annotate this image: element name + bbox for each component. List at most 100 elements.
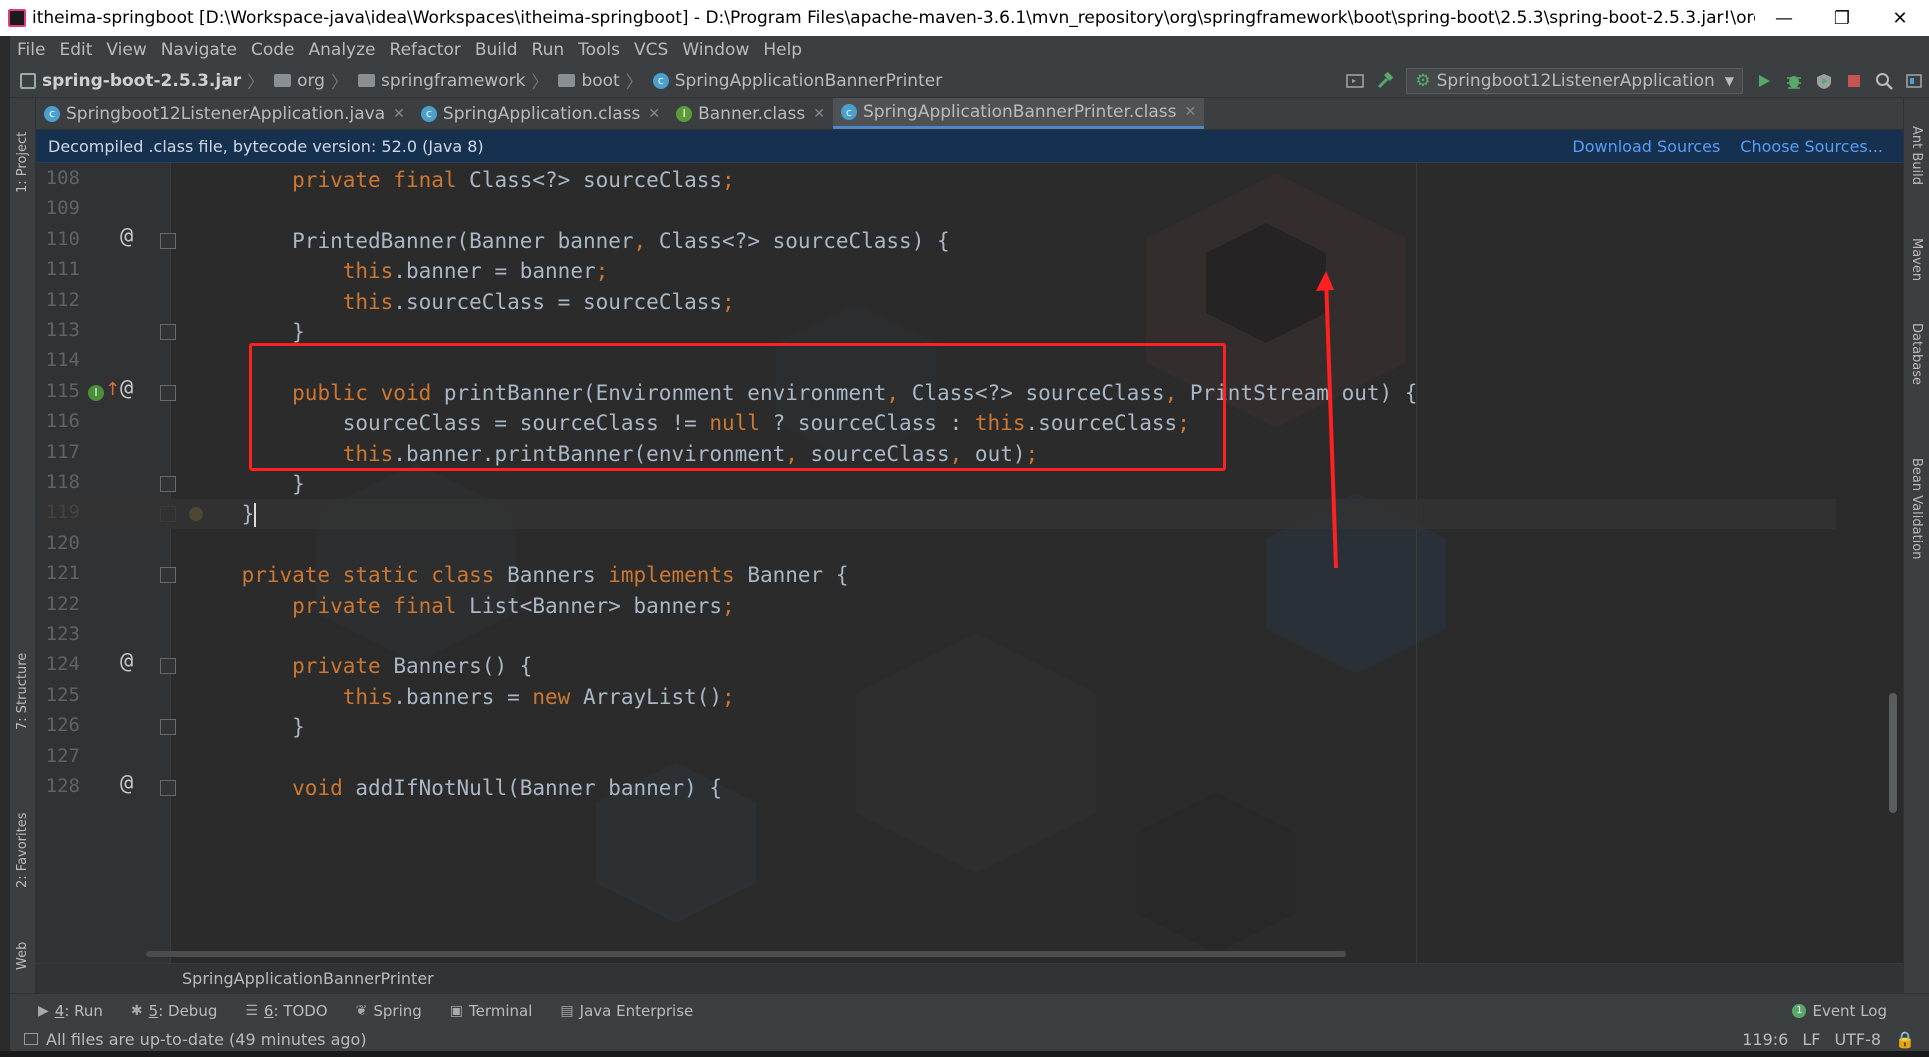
- caret-position[interactable]: 119:6: [1742, 1030, 1788, 1049]
- menu-window[interactable]: Window: [675, 40, 756, 60]
- tool-window-java-enterprise[interactable]: ▤ Java Enterprise: [560, 1002, 693, 1020]
- code-line[interactable]: [36, 195, 1836, 225]
- code-line[interactable]: }: [36, 712, 1836, 742]
- stop-icon[interactable]: [1839, 66, 1869, 96]
- tool-window-label: Terminal: [469, 1001, 533, 1020]
- tab-label: Banner.class: [698, 103, 806, 124]
- code-token: addIfNotNull(Banner banner) {: [355, 776, 723, 800]
- menu-navigate[interactable]: Navigate: [154, 40, 244, 60]
- tool-tab-database[interactable]: Database: [1909, 323, 1924, 385]
- code-editor[interactable]: 108109110@111112113114115@I↑116117118119…: [36, 163, 1903, 963]
- run-icon[interactable]: [1749, 66, 1779, 96]
- breadcrumb-class[interactable]: c SpringApplicationBannerPrinter: [652, 71, 942, 91]
- code-line[interactable]: [36, 530, 1836, 560]
- code-token: .: [393, 259, 406, 284]
- tool-tab-web[interactable]: Web: [15, 942, 30, 970]
- breadcrumb-springframework-label: springframework: [380, 70, 526, 91]
- code-token: ;: [595, 259, 609, 284]
- code-line[interactable]: this.banner = banner;: [36, 256, 1836, 286]
- tool-windows-bar: ▶ 4: Run ✱ 5: Debug ☰ 6: TODO ❦ Spring ▣…: [10, 993, 1929, 1027]
- menu-analyze[interactable]: Analyze: [302, 40, 383, 60]
- breadcrumb-org[interactable]: org 〉: [274, 68, 348, 93]
- code-line[interactable]: private final List<Banner> banners;: [36, 591, 1836, 621]
- breadcrumb-jar[interactable]: spring-boot-2.5.3.jar 〉: [20, 68, 264, 93]
- menu-view[interactable]: View: [99, 40, 153, 60]
- minimize-button[interactable]: —: [1755, 0, 1813, 36]
- tool-tab-bean-validation[interactable]: Bean Validation: [1909, 458, 1924, 559]
- tool-tab-maven[interactable]: Maven: [1909, 238, 1924, 281]
- code-line[interactable]: this.banners = new ArrayList();: [36, 682, 1836, 712]
- menu-run[interactable]: Run: [525, 40, 572, 60]
- close-icon[interactable]: ✕: [393, 106, 405, 122]
- code-line[interactable]: PrintedBanner(Banner banner, Class<?> so…: [36, 226, 1836, 256]
- restore-button[interactable]: ❐: [1813, 0, 1871, 36]
- menu-tools[interactable]: Tools: [571, 40, 627, 60]
- close-icon[interactable]: ✕: [813, 106, 825, 122]
- code-line[interactable]: }: [36, 499, 1836, 530]
- menu-code[interactable]: Code: [244, 40, 302, 60]
- tab-banner[interactable]: I Banner.class ✕: [668, 98, 833, 129]
- tool-window-spring[interactable]: ❦ Spring: [356, 1002, 422, 1020]
- menu-file[interactable]: File: [10, 40, 52, 60]
- code-line[interactable]: private static class Banners implements …: [36, 560, 1836, 590]
- package-icon: [274, 74, 292, 87]
- tool-window-terminal[interactable]: ▣ Terminal: [450, 1002, 533, 1020]
- tool-window-label: : TODO: [273, 1001, 328, 1020]
- layout-icon[interactable]: [1340, 66, 1370, 96]
- code-line[interactable]: }: [36, 469, 1836, 499]
- menu-edit[interactable]: Edit: [52, 40, 99, 60]
- code-line[interactable]: [36, 743, 1836, 773]
- tool-tab-structure[interactable]: 7: Structure: [15, 653, 30, 730]
- jar-icon: [20, 72, 36, 89]
- tool-tab-favorites[interactable]: 2: Favorites: [15, 812, 30, 888]
- editor-breadcrumb-class[interactable]: SpringApplicationBannerPrinter: [182, 969, 434, 988]
- menu-refactor[interactable]: Refactor: [383, 40, 468, 60]
- navigation-bar: spring-boot-2.5.3.jar 〉 org 〉 springframew…: [10, 64, 1929, 98]
- coverage-icon[interactable]: [1809, 66, 1839, 96]
- tool-window-debug[interactable]: ✱ 5: Debug: [131, 1002, 217, 1020]
- event-log-icon: 1: [1792, 1004, 1807, 1018]
- tool-window-label: Java Enterprise: [579, 1001, 694, 1020]
- download-sources-link[interactable]: Download Sources: [1572, 137, 1720, 156]
- menu-vcs[interactable]: VCS: [627, 40, 675, 60]
- code-token: new: [532, 684, 583, 709]
- menu-help[interactable]: Help: [756, 40, 809, 60]
- run-configuration-select[interactable]: ⚙ Springboot12ListenerApplication ▼: [1406, 68, 1743, 94]
- tool-tab-project[interactable]: 1: Project: [15, 132, 30, 193]
- menu-build[interactable]: Build: [468, 40, 525, 60]
- tool-window-run[interactable]: ▶ 4: Run: [38, 1002, 103, 1020]
- search-icon[interactable]: [1869, 66, 1899, 96]
- project-structure-icon[interactable]: [1899, 66, 1929, 96]
- line-separator[interactable]: LF: [1802, 1030, 1820, 1049]
- breadcrumb-springframework[interactable]: springframework 〉: [357, 68, 548, 93]
- code-line[interactable]: private Banners() {: [36, 651, 1836, 681]
- event-log-button[interactable]: 1 Event Log: [1792, 994, 1887, 1028]
- close-icon[interactable]: ✕: [1184, 104, 1196, 120]
- breadcrumb-boot[interactable]: boot 〉: [558, 68, 643, 93]
- vertical-scrollbar-thumb[interactable]: [1889, 693, 1897, 813]
- tab-springboot12listenerapplication[interactable]: c Springboot12ListenerApplication.java ✕: [36, 98, 413, 129]
- tool-tab-ant-build[interactable]: Ant Build: [1909, 126, 1924, 185]
- code-line[interactable]: private final Class<?> sourceClass;: [36, 165, 1836, 195]
- code-line[interactable]: void addIfNotNull(Banner banner) {: [36, 773, 1836, 803]
- tool-windows-toggle-icon[interactable]: [24, 1033, 38, 1045]
- code-token: sourceClass = sourceClass: [405, 289, 723, 314]
- tab-springapplication[interactable]: c SpringApplication.class ✕: [413, 98, 668, 129]
- debug-icon[interactable]: [1779, 66, 1809, 96]
- close-icon[interactable]: ✕: [648, 106, 660, 122]
- choose-sources-link[interactable]: Choose Sources...: [1740, 137, 1883, 156]
- code-line[interactable]: [36, 621, 1836, 651]
- tool-window-todo[interactable]: ☰ 6: TODO: [245, 1002, 327, 1020]
- lock-icon[interactable]: 🔒: [1895, 1030, 1915, 1049]
- close-button[interactable]: ✕: [1871, 0, 1929, 36]
- code-line[interactable]: this.sourceClass = sourceClass;: [36, 287, 1836, 317]
- code-token: ,: [633, 228, 659, 253]
- hammer-icon[interactable]: [1370, 66, 1400, 96]
- horizontal-scrollbar-thumb[interactable]: [146, 951, 1346, 957]
- code-content[interactable]: private final Class<?> sourceClass; Prin…: [36, 163, 1903, 963]
- tab-springapplicationbannerprinter[interactable]: c SpringApplicationBannerPrinter.class ✕: [832, 98, 1205, 129]
- file-encoding[interactable]: UTF-8: [1834, 1030, 1881, 1049]
- spring-leaf-icon: ❦: [355, 1002, 368, 1019]
